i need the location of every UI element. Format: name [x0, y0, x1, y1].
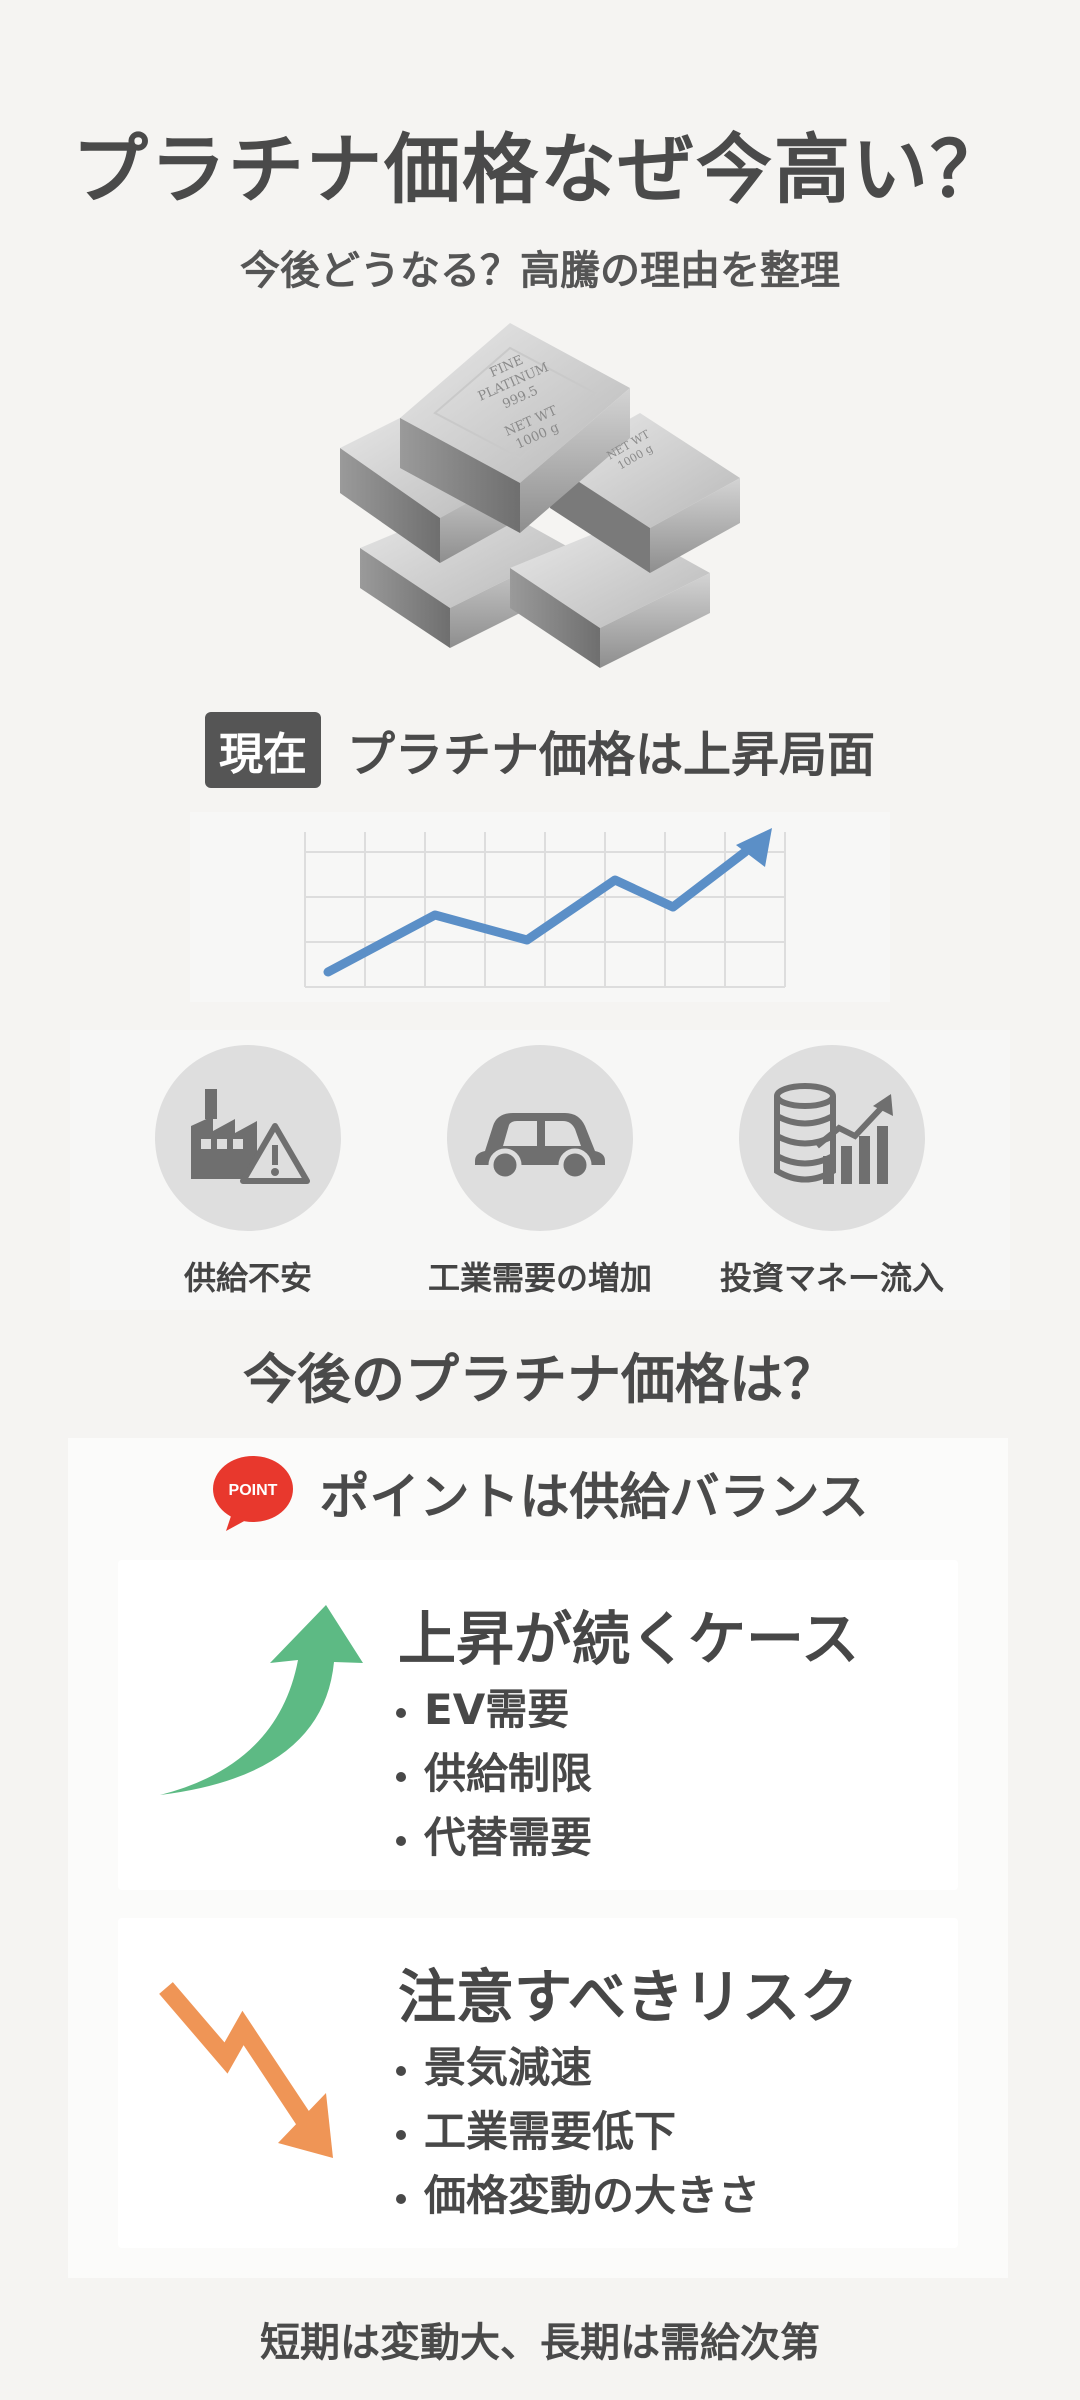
list-item: 景気減速 — [396, 2036, 760, 2100]
factory-warning-icon — [183, 1081, 313, 1195]
list-item-text: 景気減速 — [424, 2043, 593, 2092]
list-item-text: 代替需要 — [424, 1813, 593, 1862]
current-status-text: プラチナ価格は上昇局面 — [346, 727, 875, 783]
list-item-text: 工業需要低下 — [424, 2107, 677, 2156]
current-status-row: 現在 プラチナ価格は上昇局面 — [0, 712, 1080, 788]
rising-chart-image — [190, 812, 890, 1002]
factor-supply-anxiety: 供給不安 — [98, 1045, 398, 1299]
list-item: 代替需要 — [396, 1806, 592, 1870]
factor-icon-circle — [447, 1045, 633, 1231]
factor-label: 工業需要の増加 — [427, 1259, 652, 1297]
bullet-dot — [396, 1835, 406, 1846]
page-subtitle: 今後どうなる？高騰の理由を整理 — [240, 248, 840, 294]
risk-case-title: 注意すべきリスク — [398, 1963, 858, 2031]
list-item: 供給制限 — [396, 1742, 592, 1806]
list-item-text: 価格変動の大きさ — [424, 2171, 761, 2220]
list-item: 工業需要低下 — [396, 2100, 760, 2164]
list-item: EV需要 — [396, 1678, 592, 1742]
factor-industrial-demand: 工業需要の増加 — [390, 1045, 690, 1299]
factor-icon-circle — [739, 1045, 925, 1231]
factor-label: 投資マネー流入 — [719, 1259, 944, 1297]
car-icon — [465, 1091, 615, 1185]
factor-icon-circle — [155, 1045, 341, 1231]
bullet-dot — [396, 2065, 406, 2076]
up-arrow-icon — [158, 1605, 368, 1809]
factor-label: 供給不安 — [183, 1259, 312, 1297]
point-badge-icon: POINT — [212, 1455, 294, 1531]
future-heading: 今後のプラチナ価格は？ — [243, 1348, 837, 1411]
list-item-text: EV需要 — [424, 1685, 570, 1734]
down-arrow-icon — [158, 1973, 358, 2177]
up-case-title: 上昇が続くケース — [398, 1605, 860, 1673]
factor-investment-inflow: 投資マネー流入 — [682, 1045, 982, 1299]
point-badge-text: POINT — [228, 1482, 277, 1499]
bullet-dot — [396, 2129, 406, 2140]
bullet-dot — [396, 2193, 406, 2204]
bullet-dot — [396, 1707, 406, 1718]
risk-case-list: 景気減速 工業需要低下 価格変動の大きさ — [396, 2036, 760, 2228]
list-item-text: 供給制限 — [424, 1749, 593, 1798]
footer-text: 短期は変動大、長期は需給次第 — [260, 2320, 820, 2366]
coins-chart-icon — [767, 1076, 897, 1200]
up-case-list: EV需要 供給制限 代替需要 — [396, 1678, 592, 1870]
list-item: 価格変動の大きさ — [396, 2164, 760, 2228]
point-text: ポイントは供給バランス — [319, 1468, 869, 1526]
up-case-card: 上昇が続くケース EV需要 供給制限 代替需要 — [118, 1560, 958, 1890]
risk-case-card: 注意すべきリスク 景気減速 工業需要低下 価格変動の大きさ — [118, 1918, 958, 2248]
bullet-dot — [396, 1771, 406, 1782]
current-badge: 現在 — [204, 712, 321, 788]
platinum-bars-image: FINE PLATINUM 999.5 NET WT 1000 g NET WT… — [330, 318, 750, 688]
point-row: POINT ポイントは供給バランス — [0, 1455, 1080, 1531]
page-title: プラチナ価格なぜ今高い？ — [72, 125, 1008, 214]
